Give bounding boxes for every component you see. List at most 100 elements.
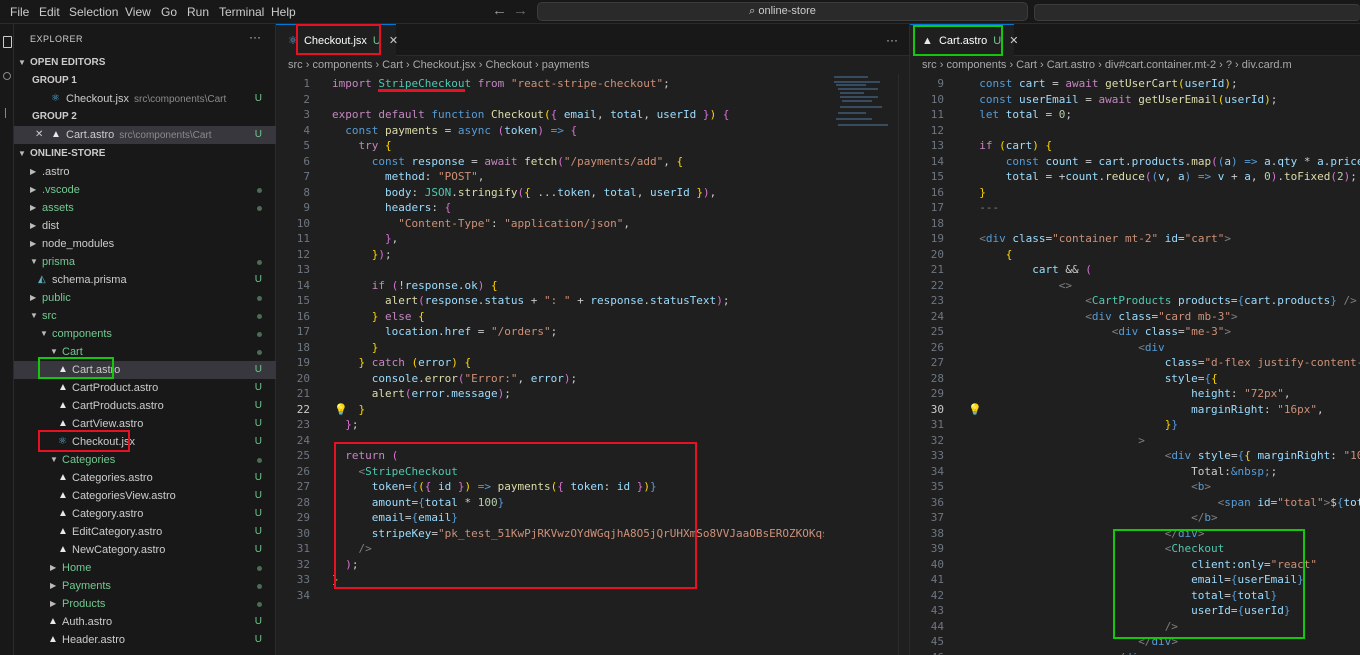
tree-item[interactable]: ▲ CartProduct.astro U — [14, 379, 276, 397]
code-text: }, — [384, 232, 399, 245]
menu-edit[interactable]: Edit — [39, 5, 60, 19]
close-tab-icon[interactable]: ✕ — [1009, 35, 1018, 47]
line-number: 7 — [303, 170, 310, 183]
tree-item-label: .vscode — [42, 184, 80, 196]
chevron-right-icon: › — [475, 59, 486, 71]
menu-file[interactable]: File — [10, 5, 29, 19]
menu-help[interactable]: Help — [271, 5, 296, 19]
code-line: 5 try { — [276, 138, 824, 154]
forward-arrow-icon[interactable]: → — [513, 2, 528, 19]
tree-item[interactable]: ▲ CartProducts.astro U — [14, 397, 276, 415]
more-actions-icon[interactable]: ··· — [886, 33, 898, 47]
search-activity-icon[interactable] — [3, 72, 11, 80]
breadcrumb-item[interactable]: components — [946, 59, 1006, 71]
tree-item-label: schema.prisma — [52, 274, 127, 286]
tree-item[interactable]: ▼ prisma — [14, 253, 276, 271]
breadcrumb-item[interactable]: div.card.m — [1242, 59, 1292, 71]
tree-item[interactable]: ◭ schema.prisma U — [14, 271, 276, 289]
folder-chevron-down-icon: ▼ — [40, 329, 48, 338]
tree-item[interactable]: ▶ Products — [14, 595, 276, 613]
tree-item[interactable]: ▼ Categories — [14, 451, 276, 469]
tree-item[interactable]: ▶ node_modules — [14, 235, 276, 253]
back-arrow-icon[interactable]: ← — [492, 2, 507, 19]
group-1-header[interactable]: GROUP 1 — [14, 72, 276, 90]
breadcrumb-item[interactable]: components — [312, 59, 372, 71]
tree-item-label: src — [42, 310, 57, 322]
line-number: 29 — [930, 387, 944, 400]
breadcrumb-item[interactable]: div#cart.container.mt-2 — [1105, 59, 1216, 71]
code-line: 28 style={{ — [910, 371, 1360, 387]
modified-dot-icon — [257, 206, 262, 211]
tree-item-label: prisma — [42, 256, 76, 268]
tree-item[interactable]: ▶ dist — [14, 217, 276, 235]
tree-item[interactable]: ▶ .vscode — [14, 181, 276, 199]
breadcrumb-item[interactable]: Cart.astro — [1047, 59, 1095, 71]
chevron-right-icon: › — [1232, 59, 1242, 71]
menu-run[interactable]: Run — [187, 5, 209, 19]
tree-item[interactable]: ▲ EditCategory.astro U — [14, 523, 276, 541]
folder-chevron-right-icon: ▶ — [50, 563, 57, 572]
code-text: try { — [358, 139, 392, 152]
close-icon[interactable]: ✕ — [35, 126, 43, 144]
breadcrumb-item[interactable]: Checkout — [486, 59, 532, 71]
tree-item[interactable]: ▲ NewCategory.astro U — [14, 541, 276, 559]
tree-item-label: CartProduct.astro — [72, 382, 159, 394]
line-number: 21 — [930, 263, 944, 276]
code-text: > — [1138, 433, 1145, 447]
modified-dot-icon — [257, 260, 262, 265]
tree-item[interactable]: ▲ Auth.astro U — [14, 613, 276, 631]
source-control-icon[interactable] — [5, 108, 9, 118]
open-editors-header[interactable]: ▼ OPEN EDITORS — [14, 54, 276, 72]
tree-item[interactable]: ▲ Category.astro U — [14, 505, 276, 523]
line-number: 4 — [303, 123, 310, 137]
tree-item[interactable]: ▶ Payments — [14, 577, 276, 595]
line-number: 41 — [930, 573, 944, 586]
astro-file-icon: ▲ — [58, 472, 68, 483]
project-header[interactable]: ▼ ONLINE-STORE — [14, 145, 276, 163]
open-editor-checkout[interactable]: ⚛ Checkout.jsx src\components\Cart U — [14, 90, 276, 108]
prisma-file-icon: ◭ — [38, 274, 46, 285]
tree-item[interactable]: ▶ Home — [14, 559, 276, 577]
open-editor-cart[interactable]: ✕ ▲ Cart.astro src\components\Cart U — [14, 126, 276, 144]
breadcrumb-item[interactable]: Checkout.jsx — [413, 59, 476, 71]
tree-item[interactable]: ▲ Header.astro U — [14, 631, 276, 649]
line-number: 13 — [296, 263, 310, 276]
tree-item[interactable]: ▼ src — [14, 307, 276, 325]
modified-dot-icon — [257, 350, 262, 355]
editor-group-2: ▲ Cart.astro U ✕ src › components › Cart ›… — [909, 24, 1360, 655]
breadcrumb-item[interactable]: src — [922, 59, 937, 71]
code-line: 11 }, — [276, 231, 824, 247]
breadcrumb-item[interactable]: Cart — [1016, 59, 1037, 71]
code-line: 27 class="d-flex justify-content-end a — [910, 355, 1360, 371]
modified-dot-icon — [257, 602, 262, 607]
group-2-header[interactable]: GROUP 2 — [14, 108, 276, 126]
menu-selection[interactable]: Selection — [69, 5, 118, 19]
menu-view[interactable]: View — [125, 5, 151, 19]
modified-dot-icon — [257, 296, 262, 301]
line-number: 1 — [303, 77, 310, 90]
more-actions-icon[interactable]: ··· — [249, 30, 261, 44]
line-number: 16 — [296, 309, 310, 323]
command-center-search[interactable]: ⌕ online-store — [537, 2, 1028, 21]
tree-item[interactable]: ▶ public — [14, 289, 276, 307]
line-number: 32 — [296, 557, 310, 571]
explorer-icon[interactable] — [3, 36, 12, 48]
tree-item[interactable]: ▼ components — [14, 325, 276, 343]
menu-terminal[interactable]: Terminal — [219, 5, 264, 19]
breadcrumb-item[interactable]: src — [288, 59, 303, 71]
tree-item[interactable]: ▲ Categories.astro U — [14, 469, 276, 487]
tree-item[interactable]: ▲ CategoriesView.astro U — [14, 487, 276, 505]
tree-item[interactable]: ▶ .astro — [14, 163, 276, 181]
close-tab-icon[interactable]: ✕ — [389, 35, 398, 47]
code-line: 36 <span id="total">${total}</ — [910, 495, 1360, 511]
breadcrumb-item[interactable]: Cart — [382, 59, 403, 71]
breadcrumb-item[interactable]: payments — [542, 59, 590, 71]
title-bar-controls[interactable] — [1034, 4, 1360, 21]
minimap[interactable] — [832, 74, 896, 130]
code-line: 34 Total:&nbsp;; — [910, 464, 1360, 480]
tree-item-label: Categories — [62, 454, 116, 466]
menu-go[interactable]: Go — [161, 5, 177, 19]
tree-item[interactable]: ▶ assets — [14, 199, 276, 217]
code-line: 1 import StripeCheckout from "react-strip… — [276, 76, 824, 92]
code-line: 4 const payments = async (token) => { — [276, 123, 824, 139]
